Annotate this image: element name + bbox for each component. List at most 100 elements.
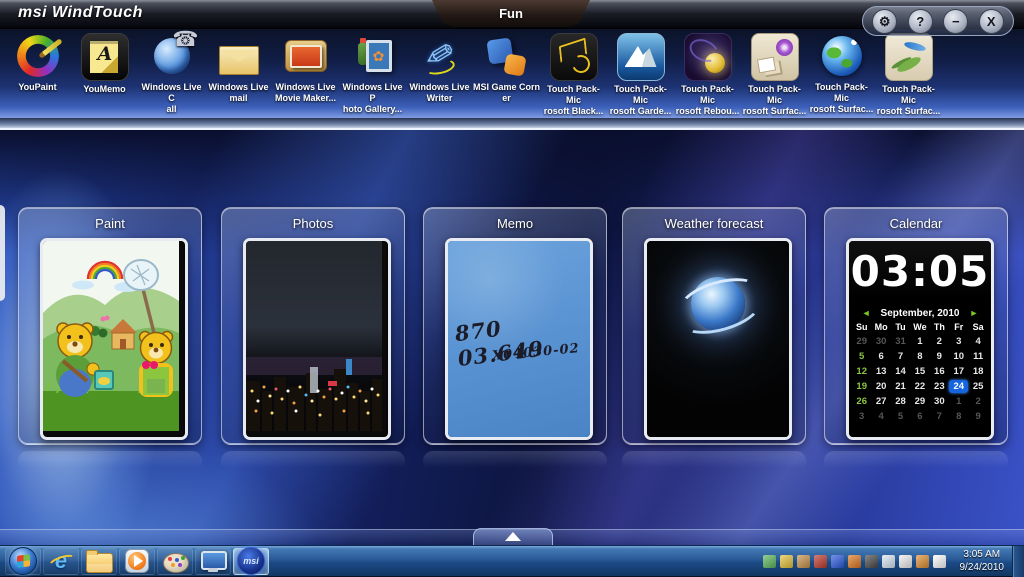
media-player-launcher[interactable] (119, 548, 155, 575)
calendar-day[interactable]: 3 (949, 334, 968, 349)
explorer-launcher[interactable] (81, 548, 117, 575)
windows-taskbar: 3:05 AM 9/24/2010 (0, 545, 1024, 576)
help-icon[interactable]: ? (908, 9, 933, 34)
app-touch-pack-rebound[interactable]: Touch Pack-Mic rosoft Rebou... (674, 28, 741, 116)
display-settings-launcher[interactable] (195, 548, 231, 575)
close-icon[interactable]: X (979, 9, 1004, 34)
calendar-day[interactable]: 25 (968, 379, 987, 394)
calendar-day[interactable]: 21 (891, 379, 910, 394)
audio-manager-icon[interactable] (814, 555, 827, 568)
calendar-day[interactable]: 7 (891, 349, 910, 364)
calendar-day[interactable]: 30 (930, 394, 949, 409)
minimize-icon[interactable]: − (943, 9, 968, 34)
surface-globe-icon (819, 33, 865, 79)
calendar-day[interactable]: 5 (891, 409, 910, 424)
weekday-label: Sa (968, 321, 987, 334)
paint-launcher[interactable] (157, 548, 193, 575)
widget-card-calendar[interactable]: Calendar 03:05 ◄ September, 2010 ► SuMoT… (824, 207, 1008, 445)
calendar-day[interactable]: 28 (891, 394, 910, 409)
calendar-day[interactable]: 10 (949, 349, 968, 364)
widget-card-photos[interactable]: Photos (221, 207, 405, 445)
calendar-day[interactable]: 9 (968, 409, 987, 424)
calendar-day[interactable]: 13 (871, 364, 890, 379)
app-touch-pack-blackboard[interactable]: Touch Pack-Mic rosoft Black... (540, 28, 607, 116)
show-desktop-button[interactable] (1012, 546, 1024, 577)
touch-utility-icon[interactable] (797, 555, 810, 568)
calendar-day[interactable]: 2 (930, 334, 949, 349)
widget-card-memo[interactable]: Memo 870 03.649 X04030-02 (423, 207, 607, 445)
calendar-day[interactable]: 8 (949, 409, 968, 424)
action-center-icon[interactable] (899, 555, 912, 568)
app-windows-live-photo-gallery[interactable]: Windows Live P hoto Gallery... (339, 28, 406, 114)
calendar-day[interactable]: 27 (871, 394, 890, 409)
calendar-day[interactable]: 7 (930, 409, 949, 424)
memo-note: 870 03.649 X04030-02 (448, 241, 590, 437)
calendar-day[interactable]: 16 (930, 364, 949, 379)
msi-windtouch-launcher[interactable] (233, 548, 269, 575)
app-touch-pack-surface-collage[interactable]: Touch Pack-Mic rosoft Surfac... (741, 28, 808, 116)
weekday-label: Fr (949, 321, 968, 334)
calendar-day[interactable]: 19 (852, 379, 871, 394)
tab-fun-label: Fun (499, 6, 523, 21)
calendar-day[interactable]: 2 (968, 394, 987, 409)
calendar-day[interactable]: 6 (871, 349, 890, 364)
calendar-day[interactable]: 14 (891, 364, 910, 379)
calendar-day[interactable]: 17 (949, 364, 968, 379)
volume-icon[interactable] (933, 555, 946, 568)
app-youpaint[interactable]: YouPaint (4, 28, 71, 93)
explorer-tb-icon (86, 548, 112, 574)
calendar-day[interactable]: 24 (949, 379, 968, 394)
calendar-day[interactable]: 4 (871, 409, 890, 424)
calendar-day[interactable]: 22 (910, 379, 929, 394)
tab-fun[interactable]: Fun (432, 0, 590, 27)
widget-card-weather[interactable]: Weather forecast (622, 207, 806, 445)
app-windows-live-movie-maker[interactable]: Windows Live Movie Maker... (272, 28, 339, 104)
memo-tray-icon[interactable] (780, 555, 793, 568)
document-tray-icon[interactable] (882, 555, 895, 568)
calendar-day[interactable]: 1 (910, 334, 929, 349)
next-month-icon[interactable]: ► (969, 309, 978, 318)
calendar-day[interactable]: 29 (852, 334, 871, 349)
start-button[interactable] (5, 548, 41, 575)
app-touch-pack-garden-pond[interactable]: Touch Pack-Mic rosoft Garde... (607, 28, 674, 116)
calendar-day[interactable]: 23 (930, 379, 949, 394)
app-msi-game-corner[interactable]: MSI Game Corn er (473, 28, 540, 104)
msi-control-icon[interactable] (831, 555, 844, 568)
month-label: September, 2010 (881, 308, 960, 319)
settings-gear-icon[interactable]: ⚙ (872, 9, 897, 34)
prev-month-icon[interactable]: ◄ (862, 309, 871, 318)
calendar-day[interactable]: 5 (852, 349, 871, 364)
app-windows-live-writer[interactable]: Windows Live Writer (406, 28, 473, 104)
calendar-day[interactable]: 15 (910, 364, 929, 379)
calendar-day[interactable]: 29 (910, 394, 929, 409)
calendar-day[interactable]: 12 (852, 364, 871, 379)
security-tray-icon[interactable] (848, 555, 861, 568)
youpaint-icon (15, 33, 61, 79)
app-touch-pack-surface-lagoon[interactable]: Touch Pack-Mic rosoft Surfac... (875, 28, 942, 116)
taskbar-clock[interactable]: 3:05 AM 9/24/2010 (952, 548, 1013, 575)
calendar-day[interactable]: 20 (871, 379, 890, 394)
app-youmemo[interactable]: YouMemo (71, 28, 138, 95)
app-windows-live-call[interactable]: Windows Live C all (138, 28, 205, 114)
calendar-day[interactable]: 30 (871, 334, 890, 349)
calendar-day[interactable]: 1 (949, 394, 968, 409)
previous-card-peek[interactable] (0, 205, 5, 301)
app-windows-live-mail[interactable]: Windows Live mail (205, 28, 272, 104)
widget-card-paint[interactable]: Paint (18, 207, 202, 445)
calendar-day[interactable]: 6 (910, 409, 929, 424)
calendar-day[interactable]: 3 (852, 409, 871, 424)
ie-launcher[interactable] (43, 548, 79, 575)
expand-dock-button[interactable] (473, 528, 553, 545)
calendar-day[interactable]: 18 (968, 364, 987, 379)
app-dock: YouPaint YouMemo Windows Live C all Wind… (0, 28, 1024, 118)
calendar-day[interactable]: 31 (891, 334, 910, 349)
calendar-day[interactable]: 9 (930, 349, 949, 364)
calendar-day[interactable]: 8 (910, 349, 929, 364)
calendar-day[interactable]: 11 (968, 349, 987, 364)
app-touch-pack-surface-globe[interactable]: Touch Pack-Mic rosoft Surfac... (808, 28, 875, 114)
pointer-device-icon[interactable] (916, 555, 929, 568)
calendar-day[interactable]: 26 (852, 394, 871, 409)
calendar-day[interactable]: 4 (968, 334, 987, 349)
network-status-icon[interactable] (763, 555, 776, 568)
thx-audio-icon[interactable] (865, 555, 878, 568)
